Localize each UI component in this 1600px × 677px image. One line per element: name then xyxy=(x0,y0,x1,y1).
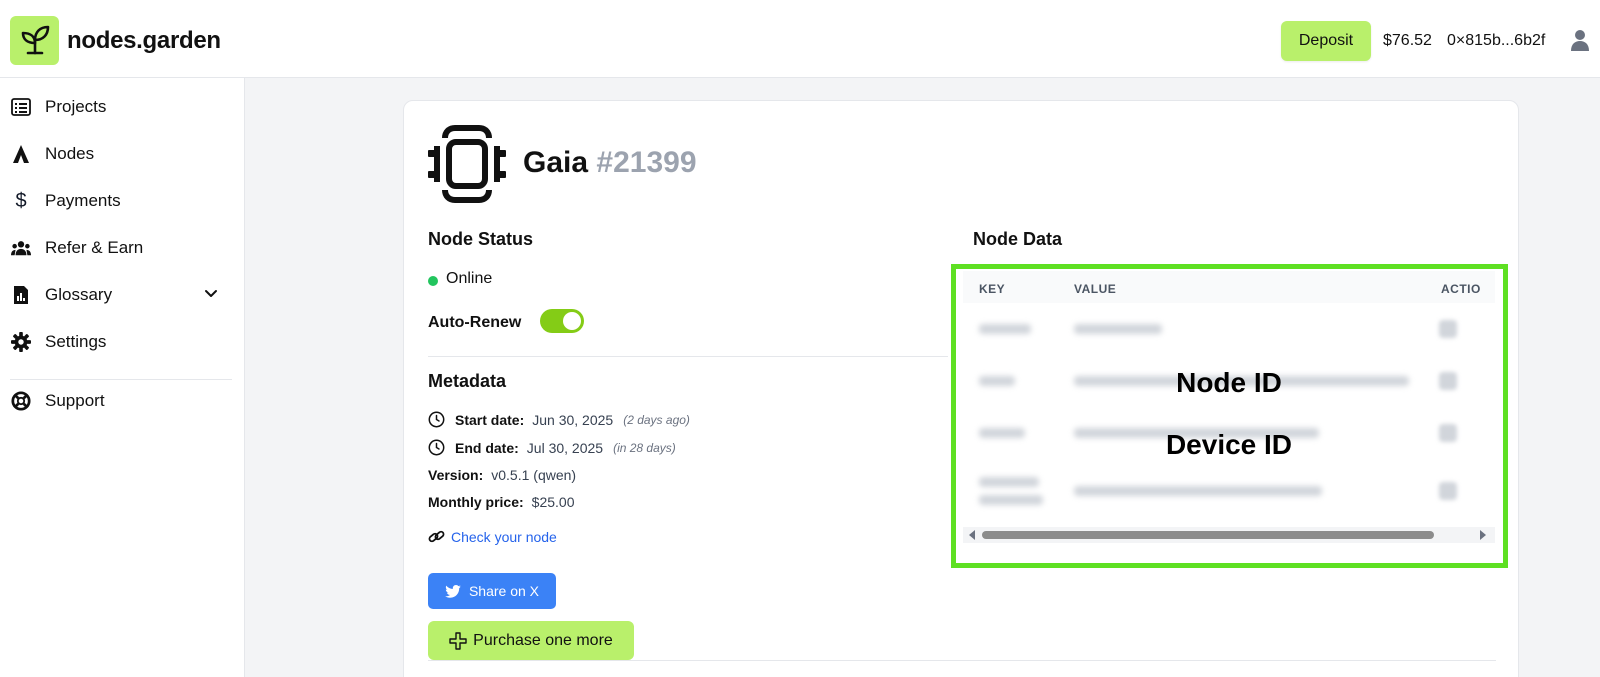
end-date-row: End date: Jul 30, 2025 (in 28 days) xyxy=(428,439,676,456)
copy-icon[interactable] xyxy=(1439,320,1457,338)
sidebar-item-glossary[interactable]: Glossary xyxy=(0,275,244,315)
node-number: #21399 xyxy=(596,146,697,179)
sidebar-item-settings[interactable]: Settings xyxy=(0,322,244,362)
column-header-value: VALUE xyxy=(1074,282,1117,296)
auto-renew-toggle[interactable] xyxy=(540,309,584,333)
blurred-key xyxy=(979,495,1043,505)
sidebar-item-payments[interactable]: $ Payments xyxy=(0,181,244,221)
sidebar-item-label: Glossary xyxy=(45,285,113,304)
chevron-down-icon[interactable] xyxy=(204,287,218,301)
node-id-label: Node ID xyxy=(1176,367,1282,398)
node-data-title: Node Data xyxy=(973,229,1063,249)
end-date-label: End date: xyxy=(455,439,519,456)
purchase-one-more-button[interactable]: Purchase one more xyxy=(428,621,634,660)
end-date-relative: (in 28 days) xyxy=(613,440,676,455)
sidebar-item-label: Settings xyxy=(45,332,107,351)
blurred-value xyxy=(1074,486,1322,496)
clock-icon xyxy=(428,411,445,428)
blurred-value xyxy=(1074,324,1162,334)
scrollbar-thumb[interactable] xyxy=(982,531,1434,539)
twitter-bird-icon xyxy=(445,584,461,598)
share-label: Share on X xyxy=(468,583,540,599)
start-date-label: Start date: xyxy=(455,411,525,428)
dollar-icon: $ xyxy=(15,189,27,212)
node-status-title: Node Status xyxy=(428,229,534,249)
scroll-right-icon[interactable] xyxy=(1480,530,1486,540)
table-row xyxy=(963,303,1495,355)
sidebar-item-label: Projects xyxy=(45,97,107,116)
table-header: KEY VALUE ACTIO xyxy=(963,271,1495,303)
list-icon xyxy=(11,97,31,117)
auto-renew-label: Auto-Renew xyxy=(428,314,522,331)
end-date-value: Jul 30, 2025 xyxy=(526,439,604,456)
status-text: Online xyxy=(446,270,493,287)
status-divider xyxy=(428,356,948,357)
node-title: Gaia #21399 xyxy=(523,146,697,180)
sidebar-item-projects[interactable]: Projects xyxy=(0,87,244,127)
gaia-logo-icon xyxy=(428,125,506,203)
sidebar: Projects Nodes $ Payments Refer & Earn G… xyxy=(0,78,245,677)
blurred-key xyxy=(979,324,1031,334)
price-value: $25.00 xyxy=(531,494,575,510)
user-icon[interactable] xyxy=(1571,29,1589,51)
plus-icon xyxy=(449,631,467,650)
price-label: Monthly price: xyxy=(428,494,524,510)
horizontal-scrollbar[interactable] xyxy=(963,527,1495,543)
scroll-left-icon[interactable] xyxy=(969,530,975,540)
blurred-key xyxy=(979,477,1039,487)
device-id-label: Device ID xyxy=(1165,429,1293,460)
wallet-address[interactable]: 0×815b...6b2f xyxy=(1447,32,1545,50)
sidebar-divider xyxy=(10,379,232,380)
table-row xyxy=(963,459,1495,525)
sidebar-item-label: Refer & Earn xyxy=(45,238,144,257)
bottom-divider xyxy=(428,660,1496,661)
sidebar-item-refer[interactable]: Refer & Earn xyxy=(0,228,244,268)
node-data-table: KEY VALUE ACTIO Node ID Device ID xyxy=(963,271,1495,556)
sidebar-item-support[interactable]: Support xyxy=(0,381,244,421)
gear-icon xyxy=(11,332,31,352)
sidebar-item-label: Payments xyxy=(45,191,121,210)
version-value: v0.5.1 (qwen) xyxy=(491,467,577,483)
check-node-label: Check your node xyxy=(451,528,557,545)
purchase-label: Purchase one more xyxy=(473,631,613,649)
sidebar-item-label: Support xyxy=(45,391,105,410)
sidebar-item-label: Nodes xyxy=(45,144,95,163)
share-on-x-button[interactable]: Share on X xyxy=(428,573,556,609)
node-card: Gaia #21399 Node Status Online Auto-Rene… xyxy=(403,100,1519,677)
column-header-key: KEY xyxy=(979,282,1006,296)
status-online-dot xyxy=(428,276,438,286)
link-icon xyxy=(428,530,445,543)
top-header: nodes.garden Deposit $76.52 0×815b...6b2… xyxy=(0,0,1600,78)
start-date-value: Jun 30, 2025 xyxy=(532,411,614,428)
node-name: Gaia xyxy=(523,146,589,179)
brand-name[interactable]: nodes.garden xyxy=(67,27,221,55)
start-date-relative: (2 days ago) xyxy=(623,412,690,427)
users-icon xyxy=(11,238,31,258)
metadata-title: Metadata xyxy=(428,371,507,391)
column-header-action: ACTIO xyxy=(1441,282,1481,296)
sidebar-item-nodes[interactable]: Nodes xyxy=(0,134,244,174)
balance: $76.52 xyxy=(1383,32,1432,49)
toggle-knob xyxy=(563,312,581,330)
deposit-button[interactable]: Deposit xyxy=(1281,21,1371,61)
copy-icon[interactable] xyxy=(1439,482,1457,500)
check-node-link[interactable]: Check your node xyxy=(428,528,557,545)
version-label: Version: xyxy=(428,467,484,483)
nodes-icon xyxy=(11,144,31,164)
logo-sprout-icon[interactable] xyxy=(10,16,59,65)
price-row: Monthly price: $25.00 xyxy=(428,494,575,510)
start-date-row: Start date: Jun 30, 2025 (2 days ago) xyxy=(428,411,690,428)
book-icon xyxy=(11,285,31,305)
version-row: Version: v0.5.1 (qwen) xyxy=(428,467,576,483)
lifebuoy-icon xyxy=(11,391,31,411)
clock-icon xyxy=(428,439,445,456)
